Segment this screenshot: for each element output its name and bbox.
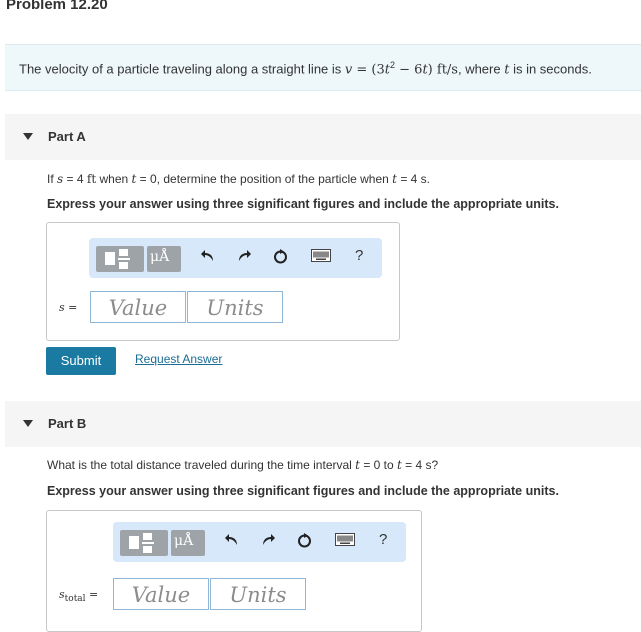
units-input[interactable]: Units: [210, 578, 306, 610]
collapse-caret-icon[interactable]: [23, 420, 33, 427]
templates-icon[interactable]: [120, 530, 168, 556]
math-toolbar: μÅ ?: [89, 238, 382, 278]
submit-button[interactable]: Submit: [46, 347, 116, 375]
part-b-question: What is the total distance traveled duri…: [47, 458, 439, 472]
page-title: Problem 12.20: [6, 0, 108, 13]
redo-icon[interactable]: [261, 533, 275, 552]
var-label-s: s =: [59, 301, 78, 314]
part-b-instruction: Express your answer using three signific…: [47, 484, 559, 498]
units-icon[interactable]: μÅ: [147, 246, 181, 272]
problem-statement: The velocity of a particle traveling alo…: [5, 44, 641, 91]
redo-icon[interactable]: [237, 249, 251, 268]
part-a-instruction: Express your answer using three signific…: [47, 197, 559, 211]
part-a-label: Part A: [48, 129, 86, 144]
math-toolbar: μÅ ?: [113, 522, 406, 562]
value-input[interactable]: Value: [90, 291, 186, 323]
var-label-s-total: stotal =: [59, 588, 99, 605]
undo-icon[interactable]: [225, 533, 239, 552]
collapse-caret-icon[interactable]: [23, 133, 33, 140]
keyboard-icon[interactable]: [335, 533, 355, 551]
keyboard-icon[interactable]: [311, 249, 331, 267]
part-a-header[interactable]: Part A: [5, 114, 641, 160]
value-input[interactable]: Value: [113, 578, 209, 610]
units-input[interactable]: Units: [187, 291, 283, 323]
help-icon[interactable]: ?: [355, 247, 363, 264]
part-b-label: Part B: [48, 416, 87, 431]
part-a-answer-panel: μÅ ? s = Value Units: [46, 222, 400, 341]
part-b-header[interactable]: Part B: [5, 401, 641, 447]
templates-icon[interactable]: [96, 246, 144, 272]
undo-icon[interactable]: [201, 249, 215, 268]
units-icon[interactable]: μÅ: [171, 530, 205, 556]
request-answer-link[interactable]: Request Answer: [135, 352, 222, 366]
help-icon[interactable]: ?: [379, 531, 387, 548]
reset-icon[interactable]: [297, 533, 312, 553]
reset-icon[interactable]: [273, 249, 288, 269]
problem-text: The velocity of a particle traveling alo…: [19, 60, 592, 78]
part-a-question: If s = 4 ft when t = 0, determine the po…: [47, 172, 431, 186]
